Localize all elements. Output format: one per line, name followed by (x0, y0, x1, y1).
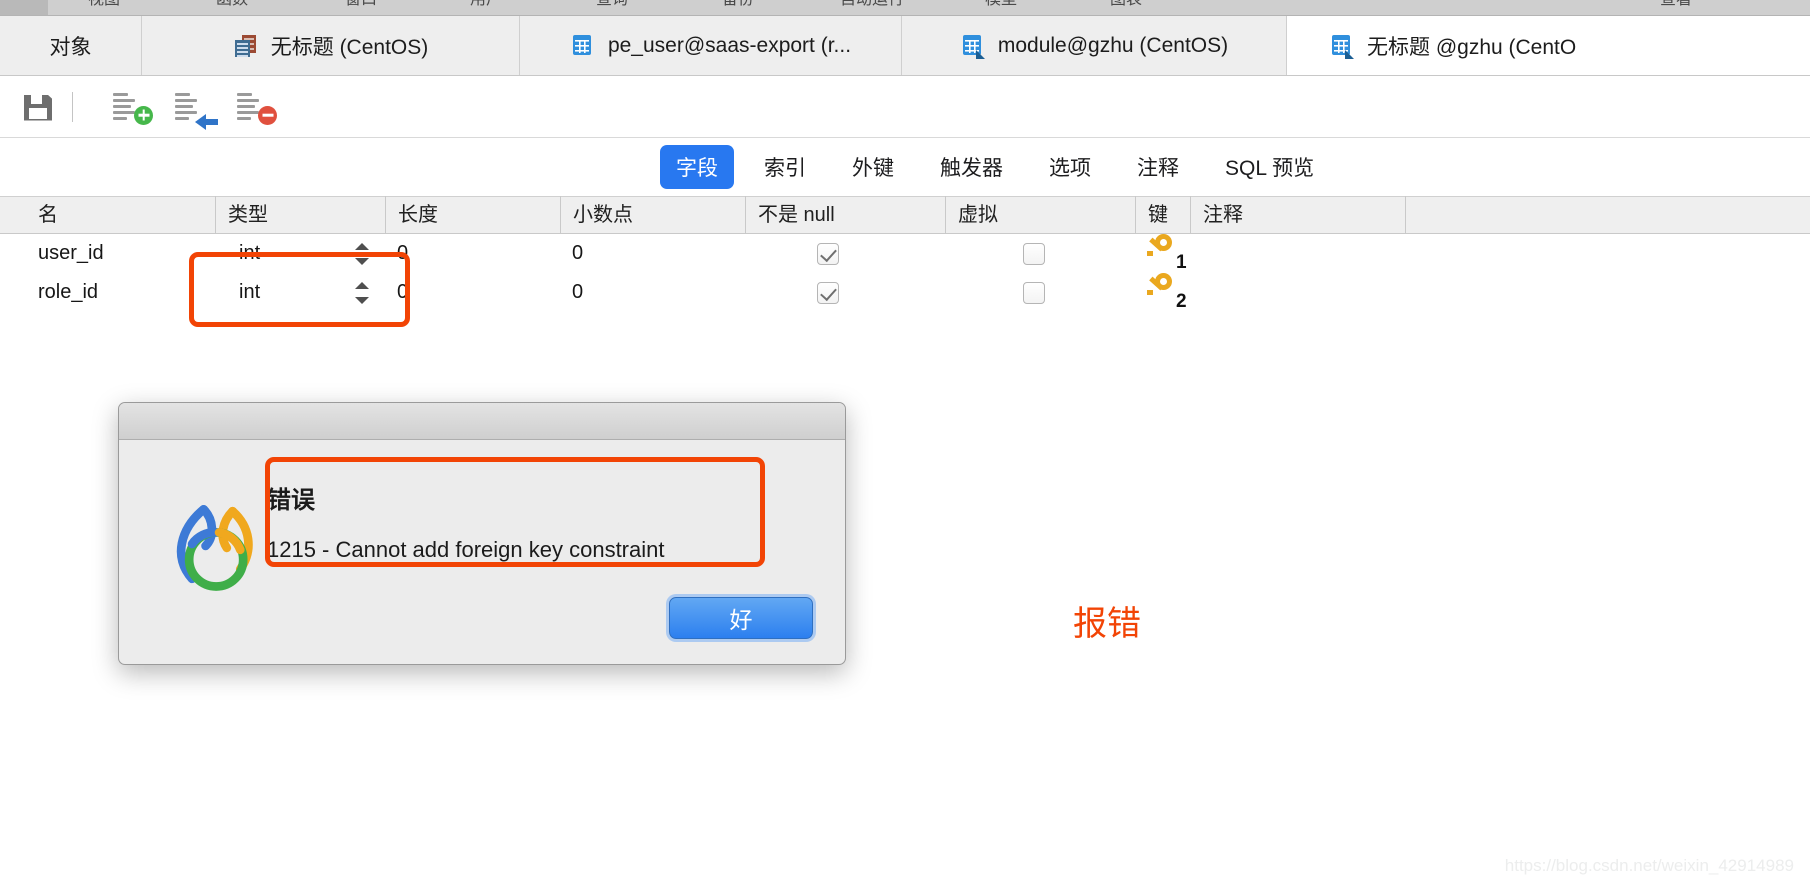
chevron-updown-icon[interactable] (355, 243, 369, 265)
tab-foreign-keys[interactable]: 外键 (836, 145, 910, 189)
navicat-table-designer-window: 视图 函数 窗口 用户 查询 备份 自动运行 模型 图表 查看 对象 无标题 (… (0, 0, 1810, 890)
dialog-message: 错误 1215 - Cannot add foreign key constra… (267, 480, 767, 584)
column-header-key[interactable]: 键 (1135, 196, 1190, 234)
column-header-length[interactable]: 长度 (385, 196, 560, 234)
tab-sql-preview[interactable]: SQL 预览 (1209, 145, 1330, 189)
field-grid-body: user_id int 0 0 1 role_id int 0 0 2 (0, 234, 1810, 312)
table-icon (570, 33, 596, 59)
dialog-body: 错误 1215 - Cannot add foreign key constra… (119, 440, 845, 664)
column-header-type[interactable]: 类型 (215, 196, 385, 234)
tab-module-gzhu-label: module@gzhu (CentOS) (997, 33, 1229, 57)
cell-field-length[interactable]: 0 (385, 234, 560, 273)
tab-pe-user-saas-export[interactable]: pe_user@saas-export (r... (520, 16, 902, 75)
cell-field-decimals[interactable]: 0 (560, 273, 745, 312)
tab-indexes[interactable]: 索引 (748, 145, 822, 189)
cell-field-decimals[interactable]: 0 (560, 234, 745, 273)
delete-field-button[interactable] (227, 85, 283, 129)
delete-field-icon (237, 92, 259, 121)
dialog-message-title: 错误 (267, 487, 315, 514)
column-header-not-null[interactable]: 不是 null (745, 196, 945, 234)
insert-field-icon (175, 92, 197, 121)
menu-bar-corner (0, 0, 48, 15)
table-edit-icon (960, 33, 986, 59)
checkbox-virtual[interactable] (1023, 242, 1045, 265)
menu-item-autorun[interactable]: 自动运行 (840, 0, 904, 9)
tab-untitled-centos[interactable]: 无标题 (CentOS) (142, 16, 520, 75)
menu-item-chart[interactable]: 图表 (1110, 0, 1142, 9)
primary-key-icon (1146, 273, 1180, 299)
save-button[interactable] (8, 85, 64, 129)
tab-fields[interactable]: 字段 (660, 145, 734, 189)
cell-field-type-value: int (239, 281, 261, 303)
menu-item-view-right[interactable]: 查看 (1660, 0, 1692, 9)
error-dialog: 错误 1215 - Cannot add foreign key constra… (118, 402, 846, 665)
add-field-icon (113, 92, 135, 121)
menu-bar: 视图 函数 窗口 用户 查询 备份 自动运行 模型 图表 查看 (0, 0, 1810, 16)
column-header-decimals[interactable]: 小数点 (560, 196, 745, 234)
primary-key-icon (1146, 234, 1180, 260)
menu-item-view[interactable]: 视图 (88, 0, 120, 9)
cell-field-name[interactable]: role_id (0, 273, 215, 312)
checkbox-virtual[interactable] (1023, 281, 1045, 304)
tab-options[interactable]: 选项 (1033, 145, 1107, 189)
table-row[interactable]: user_id int 0 0 1 (0, 234, 1810, 273)
dialog-message-body: 1215 - Cannot add foreign key constraint (267, 537, 665, 562)
tab-pe-user-saas-export-label: pe_user@saas-export (r... (607, 33, 852, 57)
checkbox-not-null[interactable] (817, 242, 839, 265)
column-header-name[interactable]: 名 (0, 196, 215, 234)
menu-item-window[interactable]: 窗口 (345, 0, 377, 9)
menu-item-user[interactable]: 用户 (470, 0, 502, 9)
tab-objects[interactable]: 对象 (0, 16, 142, 75)
column-header-filler (1405, 196, 1810, 234)
arrow-left-icon (195, 110, 219, 130)
connection-tab-strip: 对象 无标题 (CentOS) pe_user@saas-export (r..… (0, 16, 1810, 76)
menu-item-backup[interactable]: 备份 (722, 0, 754, 9)
tab-comment[interactable]: 注释 (1121, 145, 1195, 189)
annotation-note-label: 报错 (1073, 605, 1141, 643)
menu-item-function[interactable]: 函数 (216, 0, 248, 9)
tab-untitled-centos-label: 无标题 (CentOS) (270, 35, 429, 59)
checkbox-not-null[interactable] (817, 281, 839, 304)
tab-untitled-gzhu-label: 无标题 @gzhu (CentO (1367, 35, 1577, 59)
cell-field-type-value: int (239, 242, 261, 264)
watermark: https://blog.csdn.net/weixin_42914989 (1504, 856, 1794, 875)
tab-objects-label: 对象 (49, 35, 92, 59)
tab-module-gzhu[interactable]: module@gzhu (CentOS) (902, 16, 1287, 75)
cell-field-name[interactable]: user_id (0, 234, 215, 273)
ok-button[interactable]: 好 (669, 597, 813, 639)
dialog-title-bar[interactable] (119, 403, 845, 440)
tab-triggers[interactable]: 触发器 (924, 145, 1019, 189)
chevron-updown-icon[interactable] (355, 282, 369, 304)
table-edit-icon (1329, 33, 1355, 59)
tab-untitled-gzhu[interactable]: 无标题 @gzhu (CentO (1287, 16, 1810, 75)
designer-toolbar (0, 76, 1810, 138)
table-row[interactable]: role_id int 0 0 2 (0, 273, 1810, 312)
menu-item-model[interactable]: 模型 (985, 0, 1017, 9)
navicat-logo (176, 504, 253, 591)
toolbar-separator (72, 91, 73, 122)
plus-badge-icon (134, 105, 153, 125)
insert-field-button[interactable] (165, 85, 221, 130)
column-header-comment[interactable]: 注释 (1190, 196, 1405, 234)
cell-field-length[interactable]: 0 (385, 273, 560, 312)
menu-item-query[interactable]: 查询 (596, 0, 628, 9)
add-field-button[interactable] (103, 85, 159, 129)
minus-badge-icon (258, 105, 277, 125)
designer-section-tabs: 字段 索引 外键 触发器 选项 注释 SQL 预览 (0, 138, 1810, 196)
floppy-icon (24, 94, 52, 121)
field-grid-header: 名 类型 长度 小数点 不是 null 虚拟 键 注释 (0, 196, 1810, 234)
cell-field-type[interactable]: int (215, 273, 385, 312)
server-icon (233, 33, 259, 59)
column-header-virtual[interactable]: 虚拟 (945, 196, 1135, 234)
cell-field-type[interactable]: int (215, 234, 385, 273)
